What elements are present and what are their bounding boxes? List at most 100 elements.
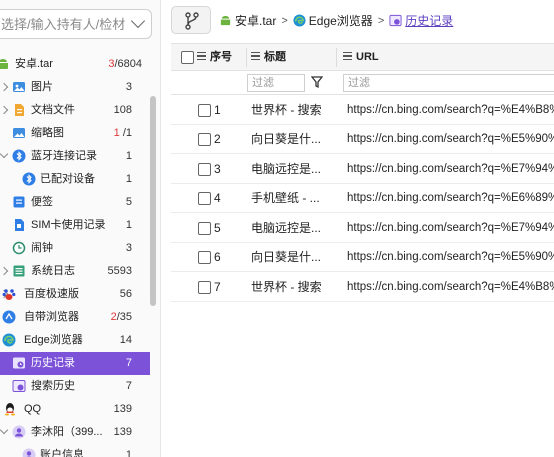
- row-url: https://cn.bing.com/search?q=%E4%B8%96: [347, 104, 554, 116]
- column-menu-icon[interactable]: [197, 52, 206, 60]
- row-url: https://cn.bing.com/search?q=%E5%90%91: [347, 251, 554, 263]
- chevron-right-icon[interactable]: [0, 266, 9, 276]
- tree-item-account-info[interactable]: 账户信息 1: [0, 444, 150, 457]
- tree-item-thumbnails[interactable]: 缩略图 1 /1: [0, 122, 150, 145]
- tree-item-edge-browser[interactable]: Edge浏览器 14: [0, 329, 150, 352]
- bluetooth-icon: [22, 172, 36, 186]
- chevron-down-icon[interactable]: [0, 425, 9, 435]
- chevron-right-icon[interactable]: [0, 105, 9, 115]
- filter-row: 过滤 过滤: [171, 71, 554, 95]
- filter-icon[interactable]: [311, 75, 323, 89]
- sidebar: 安卓.tar 3/6804 图片 3 文档文件 108 缩略图 1 /1 蓝牙连…: [0, 0, 161, 457]
- table-row[interactable]: 1 世界杯 - 搜索 https://cn.bing.com/search?q=…: [171, 96, 554, 125]
- tree-item-label: Edge浏览器: [24, 334, 83, 346]
- tree-item-images[interactable]: 图片 3: [0, 76, 150, 99]
- table-row[interactable]: 2 向日葵是什... https://cn.bing.com/search?q=…: [171, 125, 554, 154]
- row-checkbox[interactable]: [198, 104, 211, 117]
- sidebar-scrollbar[interactable]: [150, 96, 156, 306]
- row-index: 1: [214, 103, 221, 117]
- tree-item-label: 李沐阳（399...: [31, 426, 103, 438]
- avatar-icon: [12, 425, 26, 439]
- select-all-checkbox[interactable]: [181, 51, 194, 64]
- history-table: 序号 标题 URL 过滤 过滤 1 世界杯 - 搜索 https://cn.bi…: [171, 43, 554, 457]
- breadcrumb-item-history[interactable]: 历史记录: [389, 1, 453, 41]
- tree-item-count: 3/6804: [108, 58, 142, 70]
- table-row[interactable]: 7 世界杯 - 搜索 https://cn.bing.com/search?q=…: [171, 273, 554, 302]
- tree-item-system-log[interactable]: 系统日志 5593: [0, 260, 150, 283]
- tree-item-android-tar[interactable]: 安卓.tar 3/6804: [0, 53, 150, 76]
- tree-item-count: 3: [125, 242, 132, 254]
- android-icon: [0, 59, 8, 69]
- tree-item-history[interactable]: 历史记录 7: [0, 352, 150, 375]
- tree-item-search-history[interactable]: 搜索历史 7: [0, 375, 150, 398]
- row-checkbox[interactable]: [198, 133, 211, 146]
- breadcrumb-item-android-tar[interactable]: 安卓.tar: [219, 1, 276, 41]
- row-checkbox[interactable]: [198, 251, 211, 264]
- row-title: 向日葵是什...: [251, 132, 322, 146]
- chevron-down-icon[interactable]: [0, 149, 9, 159]
- column-header-title[interactable]: 标题: [251, 44, 286, 71]
- tree-item-bluetooth[interactable]: 蓝牙连接记录 1: [0, 145, 150, 168]
- tree-item-alarms[interactable]: 闹钟 3: [0, 237, 150, 260]
- url-filter-input[interactable]: 过滤: [343, 74, 554, 92]
- column-divider[interactable]: [336, 48, 337, 67]
- edge-icon: [293, 14, 306, 27]
- column-divider[interactable]: [246, 48, 247, 67]
- chevron-right-icon: >: [377, 15, 385, 27]
- tree-item-documents[interactable]: 文档文件 108: [0, 99, 150, 122]
- tree-item-builtin-browser[interactable]: 自带浏览器 2/35: [0, 306, 150, 329]
- tree-item-count: 139: [113, 403, 132, 415]
- tree-item-baidu-lite[interactable]: 百度极速版 56: [0, 283, 150, 306]
- table-row[interactable]: 5 电脑远控是... https://cn.bing.com/search?q=…: [171, 214, 554, 243]
- column-header-index[interactable]: 序号: [197, 44, 232, 71]
- row-checkbox[interactable]: [198, 281, 211, 294]
- tree-item-count: 1: [125, 173, 132, 185]
- tree-item-sim-records[interactable]: SIM卡使用记录 1: [0, 214, 150, 237]
- chevron-down-icon[interactable]: [130, 13, 146, 29]
- tree-item-qq[interactable]: QQ 139: [0, 398, 150, 421]
- column-menu-icon[interactable]: [343, 52, 352, 60]
- column-menu-icon[interactable]: [251, 52, 260, 60]
- document-icon: [15, 104, 24, 116]
- tree-item-count: 7: [125, 380, 132, 392]
- holder-search-input[interactable]: [0, 10, 128, 38]
- tree-item-label: 搜索历史: [31, 380, 75, 392]
- tree-item-label: 系统日志: [31, 265, 75, 277]
- tree-item-count: 5593: [107, 265, 132, 277]
- tree-item-label: 图片: [31, 81, 53, 93]
- clock-icon: [12, 241, 26, 255]
- tree-item-label: 历史记录: [31, 357, 75, 369]
- table-row[interactable]: 6 向日葵是什... https://cn.bing.com/search?q=…: [171, 243, 554, 272]
- row-url: https://cn.bing.com/search?q=%E7%94%B5: [347, 163, 554, 175]
- tree-item-notes[interactable]: 便签 5: [0, 191, 150, 214]
- tree-item-paired-devices[interactable]: 已配对设备 1: [0, 168, 150, 191]
- tree-item-label: 缩略图: [31, 127, 64, 139]
- holder-select[interactable]: [0, 9, 152, 39]
- tree-item-count: 3: [125, 81, 132, 93]
- table-row[interactable]: 3 电脑远控是... https://cn.bing.com/search?q=…: [171, 155, 554, 184]
- row-checkbox[interactable]: [198, 192, 211, 205]
- title-filter-input[interactable]: 过滤: [247, 74, 305, 92]
- table-row[interactable]: 4 手机壁纸 - ... https://cn.bing.com/search?…: [171, 184, 554, 213]
- tree-item-label: 自带浏览器: [24, 311, 79, 323]
- row-checkbox[interactable]: [198, 163, 211, 176]
- chevron-right-icon[interactable]: [0, 82, 9, 92]
- bluetooth-icon: [12, 149, 26, 163]
- row-index: 2: [214, 132, 221, 146]
- browser-icon: [2, 310, 16, 324]
- tree-item-account-user[interactable]: 李沐阳（399... 139: [0, 421, 150, 444]
- note-icon: [13, 196, 25, 208]
- row-checkbox[interactable]: [198, 222, 211, 235]
- tree-item-count: 56: [119, 288, 132, 300]
- branch-icon: [185, 12, 199, 30]
- branch-toggle-button[interactable]: [171, 6, 211, 34]
- table-header: 序号 标题 URL: [171, 43, 554, 71]
- breadcrumb-item-edge[interactable]: Edge浏览器: [293, 1, 373, 41]
- breadcrumb-label: 安卓.tar: [235, 13, 277, 28]
- image-icon: [13, 82, 25, 92]
- column-header-url[interactable]: URL: [343, 44, 379, 71]
- row-url: https://cn.bing.com/search?q=%E7%94%B5: [347, 222, 554, 234]
- tree-item-count: 1 /1: [113, 127, 132, 139]
- tree-item-count: 1: [125, 150, 132, 162]
- chevron-right-icon: >: [281, 15, 288, 27]
